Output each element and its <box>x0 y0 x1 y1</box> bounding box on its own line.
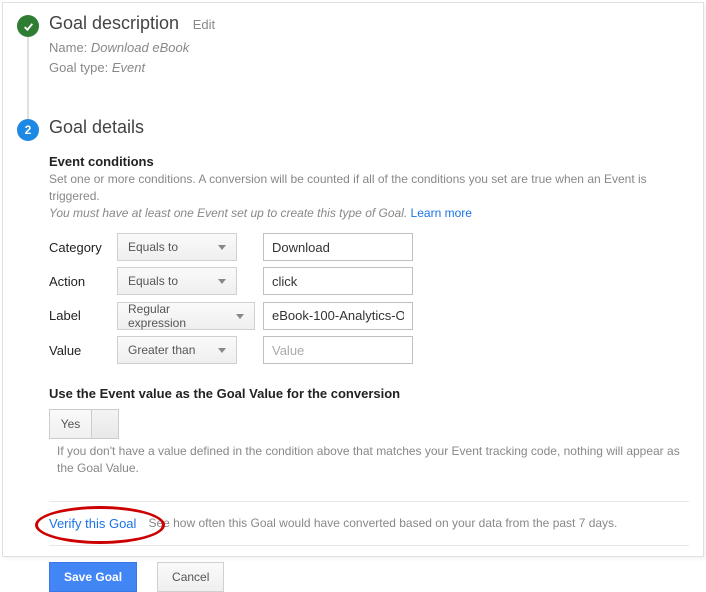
step2-number-icon: 2 <box>17 119 39 141</box>
step2-title: Goal details <box>49 117 144 138</box>
divider <box>49 501 689 502</box>
verify-goal-link[interactable]: Verify this Goal <box>49 516 136 531</box>
chevron-down-icon <box>218 279 226 284</box>
toggle-handle <box>91 409 119 439</box>
condition-label-value: Value <box>49 343 117 358</box>
chevron-down-icon <box>236 314 244 319</box>
chevron-down-icon <box>218 348 226 353</box>
edit-link[interactable]: Edit <box>193 17 215 32</box>
name-label: Name: <box>49 40 91 55</box>
help-line2: You must have at least one Event set up … <box>49 206 411 220</box>
category-operator-dropdown[interactable]: Equals to <box>117 233 237 261</box>
step1-title: Goal description <box>49 13 179 34</box>
type-label: Goal type: <box>49 60 112 75</box>
chevron-down-icon <box>218 245 226 250</box>
toggle-yes: Yes <box>49 409 91 439</box>
step1-done-icon <box>17 15 39 37</box>
divider <box>49 545 689 546</box>
value-operator-dropdown[interactable]: Greater than <box>117 336 237 364</box>
value-value-input[interactable] <box>263 336 413 364</box>
use-event-value-note: If you don't have a value defined in the… <box>57 443 689 477</box>
dropdown-text: Regular expression <box>128 302 228 330</box>
verify-goal-desc: See how often this Goal would have conve… <box>148 516 617 530</box>
dropdown-text: Greater than <box>128 343 195 357</box>
condition-label-action: Action <box>49 274 117 289</box>
name-value: Download eBook <box>91 40 189 55</box>
learn-more-link[interactable]: Learn more <box>411 206 472 220</box>
save-goal-button[interactable]: Save Goal <box>49 562 137 592</box>
goal-name-summary: Name: Download eBook <box>49 38 689 58</box>
label-operator-dropdown[interactable]: Regular expression <box>117 302 255 330</box>
event-conditions-help: Set one or more conditions. A conversion… <box>49 171 689 221</box>
use-event-value-toggle[interactable]: Yes <box>49 409 119 439</box>
cancel-button[interactable]: Cancel <box>157 562 224 592</box>
help-line1: Set one or more conditions. A conversion… <box>49 172 647 203</box>
use-event-value-heading: Use the Event value as the Goal Value fo… <box>49 386 689 401</box>
category-value-input[interactable] <box>263 233 413 261</box>
dropdown-text: Equals to <box>128 274 178 288</box>
type-value: Event <box>112 60 145 75</box>
label-value-input[interactable] <box>263 302 413 330</box>
condition-label-label: Label <box>49 308 117 323</box>
dropdown-text: Equals to <box>128 240 178 254</box>
step-connector <box>27 37 29 125</box>
event-conditions-heading: Event conditions <box>49 154 689 169</box>
condition-label-category: Category <box>49 240 117 255</box>
action-value-input[interactable] <box>263 267 413 295</box>
goal-type-summary: Goal type: Event <box>49 58 689 78</box>
action-operator-dropdown[interactable]: Equals to <box>117 267 237 295</box>
